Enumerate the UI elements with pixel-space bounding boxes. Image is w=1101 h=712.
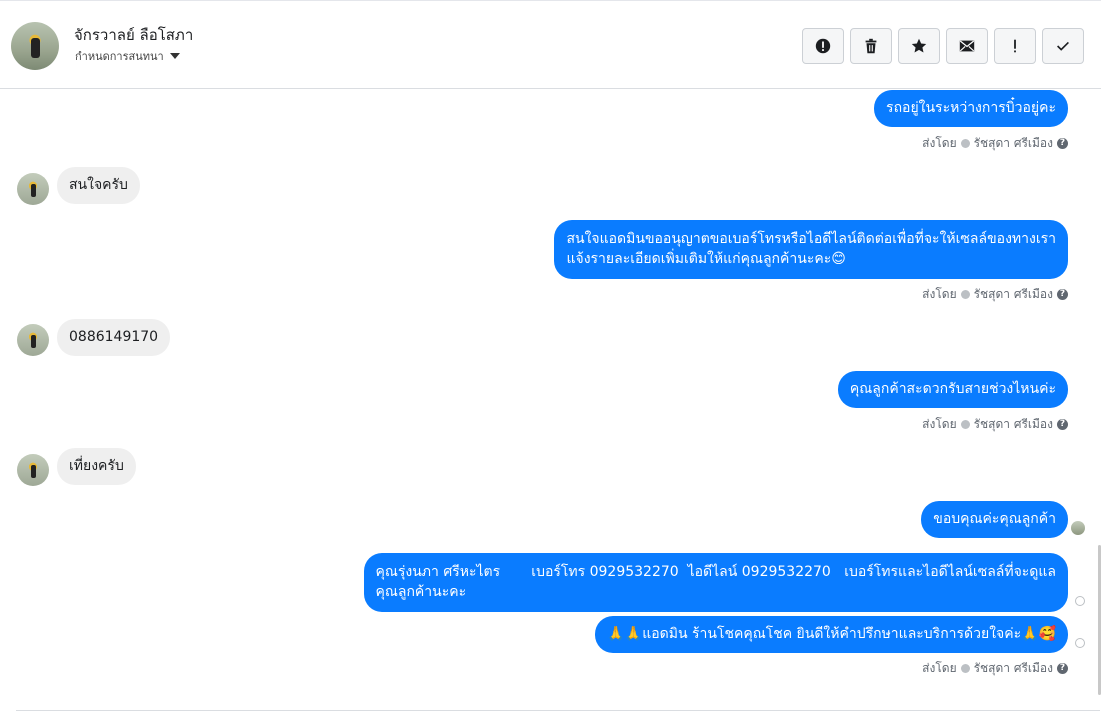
seen-avatar-icon	[1071, 521, 1085, 535]
agent-dot-icon	[960, 664, 970, 673]
incoming-message[interactable]: 0886149170	[57, 319, 171, 356]
message-text-line2: แจ้งรายละเอียดเพิ่มเติมให้แก่คุณลูกค้านะ…	[566, 251, 846, 267]
outgoing-message[interactable]: 🙏🙏แอดมิน ร้านโชคคุณโชค ยินดีให้คำปรึกษาแ…	[595, 616, 1068, 653]
exclamation-icon	[1014, 39, 1016, 53]
message-text: ขอบคุณค่ะคุณลูกค้า	[933, 511, 1056, 527]
check-icon	[1057, 41, 1069, 51]
message-text: คุณลูกค้าสะดวกรับสายช่วงไหนค่ะ	[849, 381, 1056, 397]
message-text: 🙏🙏แอดมิน ร้านโชคคุณโชค ยินดีให้คำปรึกษาแ…	[607, 626, 1056, 642]
sent-by-line: ส่งโดย รัชสุดา ศรีเมือง ?	[922, 134, 1068, 153]
contact-avatar[interactable]	[11, 22, 59, 70]
delivered-check-icon	[1075, 596, 1085, 606]
outgoing-message[interactable]: ขอบคุณค่ะคุณลูกค้า	[921, 501, 1068, 538]
message-text: สนใจแอดมินขออนุญาตขอเบอร์โทรหรือไอดีไลน์…	[566, 231, 1056, 247]
contact-avatar-small[interactable]	[17, 173, 49, 205]
sent-by-line: ส่งโดย รัชสุดา ศรีเมือง ?	[922, 285, 1068, 304]
message-text: สนใจครับ	[69, 177, 128, 193]
delete-button[interactable]	[850, 28, 892, 64]
star-button[interactable]	[898, 28, 940, 64]
contact-name[interactable]: จักรวาลย์ ลือโสภา	[74, 23, 193, 47]
help-icon[interactable]: ?	[1057, 289, 1068, 300]
message-text: 0886149170	[69, 329, 159, 345]
follow-up-button[interactable]	[994, 28, 1036, 64]
agent-dot-icon	[960, 290, 970, 299]
help-icon[interactable]: ?	[1057, 419, 1068, 430]
sent-by-prefix: ส่งโดย	[922, 417, 957, 431]
sent-by-line: ส่งโดย รัชสุดา ศรีเมือง ?	[922, 415, 1068, 434]
delivered-check-icon	[1075, 638, 1085, 648]
agent-dot-icon	[960, 420, 970, 429]
caret-down-icon	[169, 53, 180, 59]
sent-by-agent[interactable]: รัชสุดา ศรีเมือง	[974, 659, 1053, 678]
message-text-line2: คุณลูกค้านะคะ	[375, 584, 467, 600]
message-thread[interactable]: รถอยู่ในระหว่างการบิ๋วอยู่คะ ส่งโดย รัชส…	[0, 90, 1101, 712]
mark-done-button[interactable]	[1042, 28, 1084, 64]
contact-avatar-small[interactable]	[17, 454, 49, 486]
sent-by-prefix: ส่งโดย	[922, 661, 957, 675]
outgoing-message[interactable]: รถอยู่ในระหว่างการบิ๋วอยู่คะ	[874, 90, 1068, 127]
trash-icon	[865, 38, 877, 54]
agent-dot-icon	[960, 139, 970, 148]
assign-label: กำหนดการสนทนา	[75, 50, 164, 63]
sent-by-line: ส่งโดย รัชสุดา ศรีเมือง ?	[922, 659, 1068, 678]
incoming-message[interactable]: เที่ยงครับ	[57, 448, 136, 485]
conversation-header: จักรวาลย์ ลือโสภา กำหนดการสนทนา	[0, 0, 1101, 89]
mark-spam-button[interactable]	[802, 28, 844, 64]
message-text: คุณรุ่งนภา ศรีหะไตร เบอร์โทร 0929532270 …	[375, 564, 1056, 580]
message-text: เที่ยงครับ	[69, 458, 124, 474]
sent-by-agent[interactable]: รัชสุดา ศรีเมือง	[974, 415, 1053, 434]
star-icon	[911, 38, 927, 53]
outgoing-message[interactable]: สนใจแอดมินขออนุญาตขอเบอร์โทรหรือไอดีไลน์…	[554, 220, 1068, 279]
contact-avatar-small[interactable]	[17, 324, 49, 356]
sent-by-prefix: ส่งโดย	[922, 136, 957, 150]
help-icon[interactable]: ?	[1057, 138, 1068, 149]
header-actions	[802, 28, 1084, 64]
outgoing-message[interactable]: คุณลูกค้าสะดวกรับสายช่วงไหนค่ะ	[837, 371, 1068, 408]
assign-conversation-dropdown[interactable]: กำหนดการสนทนา	[75, 47, 180, 65]
sent-by-prefix: ส่งโดย	[922, 287, 957, 301]
sent-by-agent[interactable]: รัชสุดา ศรีเมือง	[974, 285, 1053, 304]
alert-icon	[815, 38, 831, 54]
incoming-message[interactable]: สนใจครับ	[57, 167, 140, 204]
mail-icon	[959, 40, 975, 52]
mark-unread-button[interactable]	[946, 28, 988, 64]
message-text: รถอยู่ในระหว่างการบิ๋วอยู่คะ	[886, 100, 1056, 116]
composer-divider	[16, 710, 1100, 711]
outgoing-message[interactable]: คุณรุ่งนภา ศรีหะไตร เบอร์โทร 0929532270 …	[363, 553, 1068, 612]
sent-by-agent[interactable]: รัชสุดา ศรีเมือง	[974, 134, 1053, 153]
help-icon[interactable]: ?	[1057, 663, 1068, 674]
